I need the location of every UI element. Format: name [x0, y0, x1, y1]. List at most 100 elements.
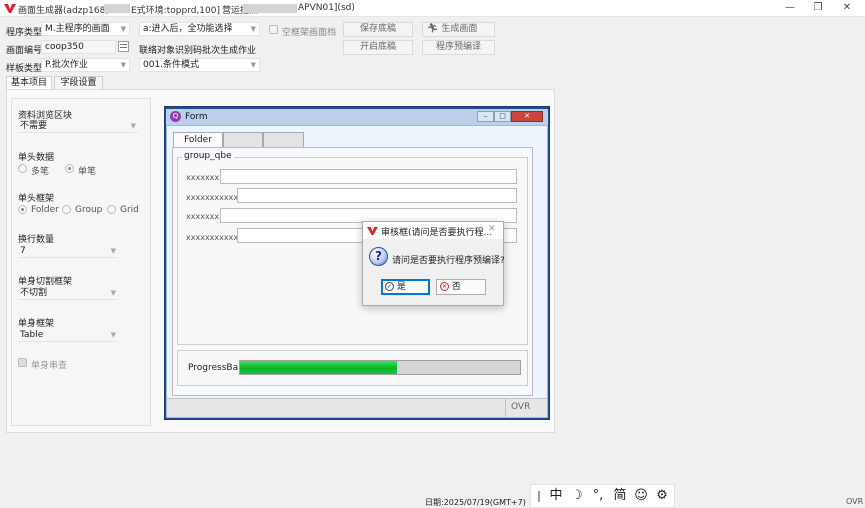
ime-punctuation-icon[interactable]: °,	[589, 485, 607, 507]
radio-single[interactable]	[65, 164, 74, 173]
row-count-select[interactable]: 7 ▼	[18, 245, 118, 258]
status-ovr: OVR	[846, 497, 864, 506]
empty-frame-checkbox[interactable]	[269, 25, 278, 34]
dialog-message: 请问是否要执行程序预编译?	[392, 256, 505, 266]
no-button[interactable]: ✕ 否	[436, 279, 486, 295]
preview-tab-2[interactable]	[223, 132, 263, 147]
progress-label: ProgressBar	[188, 363, 242, 373]
dialog-logo-icon	[367, 226, 378, 236]
cancel-circle-icon: ✕	[440, 282, 449, 291]
sample-type-label: 样板类型	[6, 64, 43, 74]
yes-button[interactable]: ✓ 是	[381, 279, 430, 295]
program-type-select[interactable]: M.主程序的画面 ▼	[41, 22, 130, 36]
redacted-env-mask	[104, 4, 130, 13]
radio-multi-label: 多笔	[31, 167, 50, 177]
screen-no-label: 画面编号	[6, 46, 43, 56]
generate-screen-label: 生成画面	[441, 24, 478, 34]
program-type-label: 程序类型	[6, 28, 43, 38]
browse-value: 不需要	[20, 121, 48, 131]
preview-tab-3[interactable]	[263, 132, 304, 147]
status-date: 日期:2025/07/19(GMT+7)	[425, 498, 526, 507]
ime-toolbar: | 中 ☽ °, 简 ☺ ⚙	[530, 484, 675, 508]
radio-single-label: 单笔	[78, 167, 97, 177]
body-frame-label: 单身框架	[18, 319, 55, 329]
field-input-2[interactable]	[237, 188, 517, 203]
single-head-label: 单头数据	[18, 153, 55, 163]
tab-basic-items[interactable]: 基本项目	[6, 76, 52, 90]
condition-mode-value: 001.条件模式	[143, 60, 200, 70]
entry-option-value: a:进入后，全功能选择	[143, 24, 233, 34]
head-frame-label: 单头框架	[18, 194, 55, 204]
dialog-close-icon[interactable]: ✕	[488, 224, 496, 234]
check-circle-icon: ✓	[385, 282, 394, 291]
redacted-site-mask	[243, 4, 297, 13]
chevron-down-icon: ▼	[110, 331, 116, 339]
empty-frame-label: 空框架画面档	[282, 28, 337, 38]
body-split-select[interactable]: 不切割 ▼	[18, 287, 118, 300]
chevron-down-icon: ▼	[110, 247, 116, 255]
preview-close-button[interactable]: ✕	[511, 111, 543, 122]
preview-status-divider	[505, 398, 506, 417]
radio-multi[interactable]	[18, 164, 27, 173]
ime-settings-icon[interactable]: ⚙	[653, 485, 671, 507]
progress-bar	[239, 360, 521, 375]
preview-status-bar	[167, 398, 547, 417]
ime-simplified-mode[interactable]: 简	[611, 485, 629, 507]
radio-grid-label: Grid	[120, 205, 139, 215]
precompile-button[interactable]: 程序预编译	[422, 40, 495, 55]
field-label-2: xxxxxxxxxxx	[186, 193, 239, 202]
save-draft-button[interactable]: 保存底稿	[343, 22, 413, 37]
chevron-down-icon: ▼	[120, 25, 126, 33]
app-logo-icon	[4, 4, 16, 13]
screen-no-input[interactable]: coop350	[41, 40, 116, 54]
chevron-down-icon: ▼	[250, 61, 256, 69]
question-icon: ?	[369, 247, 388, 266]
body-frame-value: Table	[20, 330, 44, 340]
progress-bar-fill	[240, 361, 397, 374]
ime-emoji-icon[interactable]: ☺	[632, 485, 650, 507]
tab-field-settings[interactable]: 字段设置	[54, 76, 103, 89]
title-site-suffix: APVN01](sd)	[298, 3, 355, 13]
maximize-button[interactable]: ❐	[804, 0, 832, 16]
radio-folder-label: Folder	[31, 205, 59, 215]
batch-label: 联络对象识别码批次生成作业	[139, 46, 257, 56]
chevron-down-icon: ▼	[250, 25, 256, 33]
title-prefix: 画面生成器(adzp168)	[18, 6, 109, 16]
ime-halfwidth-icon[interactable]: ☽	[568, 485, 586, 507]
title-env: E式环境:topprd,100]	[131, 6, 220, 16]
preview-maximize-button[interactable]: □	[494, 111, 511, 122]
open-draft-button[interactable]: 开启底稿	[343, 40, 413, 55]
browse-select[interactable]: 不需要 ▼	[18, 120, 138, 133]
condition-mode-select[interactable]: 001.条件模式 ▼	[139, 58, 260, 72]
running-man-icon: 🏃︎	[427, 24, 439, 34]
preview-minimize-button[interactable]: –	[477, 111, 494, 122]
preview-app-icon: Q	[170, 111, 181, 122]
preview-title: Form	[185, 112, 208, 122]
field-label-4: xxxxxxxxxxx	[186, 233, 239, 242]
window-title: 画面生成器(adzp168)	[18, 3, 109, 16]
row-count-value: 7	[20, 246, 26, 256]
entry-option-select[interactable]: a:进入后，全功能选择 ▼	[139, 22, 260, 36]
sample-type-value: P.批次作业	[45, 60, 88, 70]
settings-panel	[11, 98, 151, 426]
radio-grid[interactable]	[107, 205, 116, 214]
generate-screen-button[interactable]: 🏃︎ 生成画面	[422, 22, 495, 37]
body-split-value: 不切割	[20, 288, 48, 298]
preview-tab-folder[interactable]: Folder	[173, 132, 223, 148]
sample-type-select[interactable]: P.批次作业 ▼	[41, 58, 130, 72]
body-split-label: 单身切割框架	[18, 277, 73, 287]
row-count-label: 换行数量	[18, 235, 55, 245]
body-frame-select[interactable]: Table ▼	[18, 329, 118, 342]
field-label-3: xxxxxxx	[186, 212, 220, 221]
lookup-icon[interactable]	[118, 41, 129, 52]
body-serial-checkbox[interactable]	[18, 358, 27, 367]
minimize-button[interactable]: —	[776, 0, 804, 16]
ime-caret-icon[interactable]: |	[533, 485, 545, 507]
field-input-1[interactable]	[220, 169, 517, 184]
close-button[interactable]: ✕	[833, 0, 861, 16]
preview-ovr: OVR	[511, 402, 531, 412]
radio-group[interactable]	[62, 205, 71, 214]
ime-chinese-mode[interactable]: 中	[547, 485, 565, 507]
radio-group-label: Group	[75, 205, 103, 215]
radio-folder[interactable]	[18, 205, 27, 214]
